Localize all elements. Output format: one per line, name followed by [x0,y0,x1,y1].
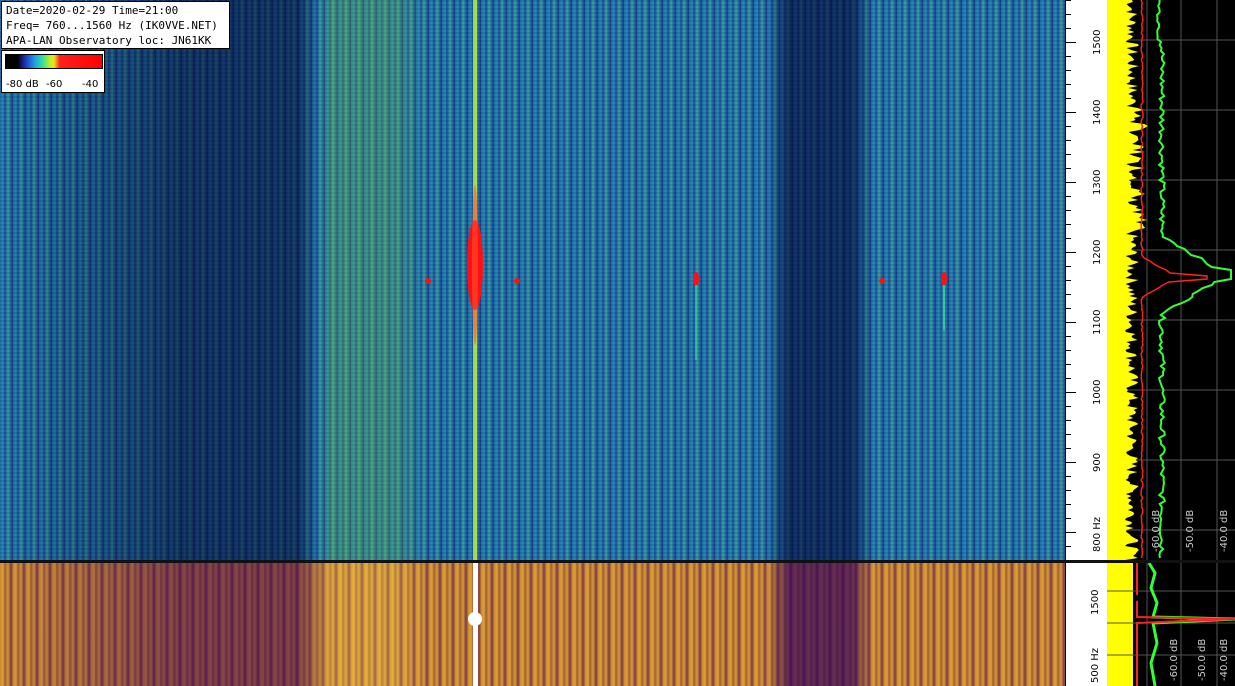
frequency-minor-tick [1066,56,1071,57]
echo-marker-3 [693,272,699,286]
frequency-minor-tick [1066,406,1071,407]
frequency-minor-tick [1066,126,1071,127]
frequency-tick-label: 500 Hz [1090,647,1101,683]
frequency-tick-label: 1200 [1092,239,1103,265]
db-label: -50.0 dB [1197,638,1208,681]
db-label: -40.0 dB [1219,509,1230,552]
frequency-minor-tick [1066,252,1076,253]
frequency-minor-tick [1066,280,1071,281]
frequency-minor-tick [1066,532,1076,533]
frequency-minor-tick [1066,28,1071,29]
frequency-minor-tick [1066,154,1071,155]
frequency-tick-label: 1500 [1092,29,1103,55]
frequency-minor-tick [1066,490,1071,491]
frequency-minor-tick [1066,210,1071,211]
frequency-minor-tick [1066,294,1071,295]
legend-tick: -40 [82,79,99,90]
frequency-minor-tick [1066,140,1071,141]
frequency-minor-tick [1066,238,1071,239]
frequency-minor-tick [1066,266,1071,267]
frequency-minor-tick [1066,546,1071,547]
spectrum-average-trace [1107,0,1148,560]
waterfall-bottom [0,563,1065,686]
color-scale-legend: -80 dB -60 -40 [1,50,105,93]
spectrum-marker [1133,595,1139,601]
waterfall-top: Date=2020-02-29 Time=21:00 Freq= 760...1… [0,0,1065,560]
spectrum-panel-bottom: -60.0 dB -50.0 dB -40.0 dB [1107,563,1235,686]
frequency-tick-label: 1000 [1092,379,1103,405]
frequency-axis-top: 1500 1400 1300 1200 1100 1000 900 800 Hz [1065,0,1107,560]
frequency-tick-label: 1500 [1090,589,1101,615]
observatory-text: APA-LAN Observatory loc: JN61KK [6,34,212,47]
frequency-tick-label: 900 [1092,452,1103,472]
frequency-text: Freq= 760...1560 Hz (IK0VVE.NET) [6,19,218,32]
frequency-axis-bottom: 1500 500 Hz [1065,563,1107,686]
frequency-minor-tick [1066,448,1071,449]
frequency-minor-tick [1066,308,1071,309]
db-label: -60.0 dB [1169,638,1180,681]
frequency-minor-tick [1066,378,1071,379]
frequency-minor-tick [1066,42,1076,43]
echo-marker-1 [425,278,431,284]
frequency-minor-tick [1066,182,1076,183]
frequency-minor-tick [1066,434,1071,435]
frequency-minor-tick [1066,196,1071,197]
frequency-minor-tick [1066,84,1071,85]
spectrum-panel-top: -60.0 dB -50.0 dB -40.0 dB [1107,0,1235,560]
frequency-tick-label: 1400 [1092,99,1103,125]
echo-marker-5 [941,272,947,286]
legend-tick: -60 [46,79,63,90]
legend-tick: -80 dB [6,79,39,90]
frequency-minor-tick [1066,322,1076,323]
frequency-minor-tick [1066,336,1071,337]
info-box: Date=2020-02-29 Time=21:00 Freq= 760...1… [1,1,230,49]
frequency-minor-tick [1066,224,1071,225]
frequency-minor-tick [1066,112,1076,113]
frequency-minor-tick [1066,70,1071,71]
color-scale-bar [5,54,103,69]
frequency-minor-tick [1066,462,1076,463]
frequency-minor-tick [1066,98,1071,99]
db-label: -40.0 dB [1219,638,1230,681]
frequency-tick-label: 800 Hz [1092,516,1103,552]
frequency-tick-label: 1300 [1092,169,1103,195]
frequency-minor-tick [1066,476,1071,477]
frequency-minor-tick [1066,0,1071,1]
frequency-minor-tick [1066,504,1071,505]
frequency-tick-label: 1100 [1092,309,1103,335]
frequency-minor-tick [1066,420,1071,421]
spectrum-peak-trace [1156,0,1232,559]
waterfall-top-overlay [425,0,947,560]
frequency-minor-tick [1066,518,1071,519]
waterfall-bottom-overlay [468,563,482,686]
main-signal-tail [472,185,478,345]
signal-burst-bottom [468,612,482,626]
spectrum-plot-top [1107,0,1235,560]
frequency-minor-tick [1066,392,1076,393]
db-label: -60.0 dB [1151,509,1162,552]
date-time-text: Date=2020-02-29 Time=21:00 [6,4,179,17]
color-scale-ticks: -80 dB -60 -40 [4,79,104,91]
db-label: -50.0 dB [1185,509,1196,552]
echo-marker-4 [879,278,885,284]
echo-marker-2 [514,278,520,284]
spectrum-signal-trace [1140,0,1208,559]
frequency-minor-tick [1066,168,1071,169]
frequency-minor-tick [1066,14,1071,15]
frequency-minor-tick [1066,364,1071,365]
frequency-minor-tick [1066,350,1071,351]
